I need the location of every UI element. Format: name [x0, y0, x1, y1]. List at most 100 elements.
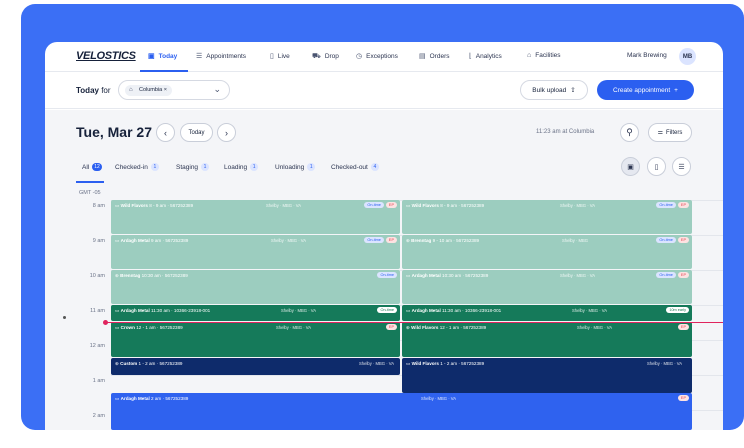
- app-window: VELOSTICS ▣ Today ☰ Appointments ▯ Live …: [45, 42, 723, 430]
- appointment-title: ▭ Ardagh Metal 2 am · 567252389: [115, 396, 189, 401]
- nav-label: Exceptions: [366, 52, 398, 60]
- door-icon: ▯: [270, 53, 274, 60]
- filters-label: Filters: [666, 129, 683, 136]
- appointment-card[interactable]: ▭ Wild Flavors 8 - 9 am · 567252389 Shel…: [111, 200, 400, 234]
- user-name[interactable]: Mark Brewing: [627, 52, 667, 59]
- door-view-button[interactable]: ▯: [647, 157, 666, 176]
- filters-button[interactable]: ⚌ Filters: [648, 123, 692, 142]
- appointment-card[interactable]: ▭ Ardagh Metal 11:30 am · 10366-23918-00…: [402, 305, 692, 321]
- nav-facilities[interactable]: ⌂ Facilities: [527, 52, 561, 59]
- active-nav-indicator: [140, 70, 188, 72]
- badge-group: On-time EP: [656, 202, 689, 208]
- appointment-card[interactable]: ▭ Ardagh Metal 9 am · 567252389 Shelby ·…: [111, 235, 400, 269]
- nav-label: Facilities: [535, 52, 561, 59]
- appointment-card[interactable]: ▭ Ardagh Metal 2 am · 567252389 Shelby ·…: [111, 393, 692, 430]
- appointment-card[interactable]: ⊛ Brenntag 9 - 10 am · 567252389 Shelby …: [402, 235, 692, 269]
- appointment-meta: Shelby · MBG · VA: [560, 273, 596, 278]
- appointment-card[interactable]: ⊛ Custom 1 - 2 am · 567252389 Shelby · M…: [111, 358, 400, 375]
- appointment-title: ⊛ Brenntag 10:30 am · 567252389: [115, 273, 188, 278]
- appointment-card[interactable]: ▭ Ardagh Metal 11:30 am · 10366-23918-00…: [111, 305, 400, 321]
- bulk-upload-label: Bulk upload: [532, 86, 567, 94]
- status-badge: EP: [677, 202, 689, 208]
- facility-select[interactable]: ⌂ Columbia × ⌄: [118, 80, 230, 100]
- tab-checked-in[interactable]: Checked-in 1: [115, 163, 159, 171]
- appointment-card[interactable]: ▭ Crown 12 - 1 am · 567252389 Shelby · M…: [111, 322, 400, 357]
- door-icon: ▯: [654, 163, 659, 171]
- avatar[interactable]: MB: [679, 48, 696, 65]
- nav-live[interactable]: ▯ Live: [270, 52, 290, 61]
- page-title: Tue, Mar 27: [76, 124, 152, 140]
- tab-loading[interactable]: Loading 1: [224, 163, 259, 171]
- nav-exceptions[interactable]: ◷ Exceptions: [356, 52, 398, 61]
- tab-label: Unloading: [275, 163, 305, 171]
- appointment-title: ⊛ Brenntag 9 - 10 am · 567252389: [406, 238, 480, 243]
- nav-label: Analytics: [475, 52, 502, 60]
- search-button[interactable]: ⚲: [620, 123, 639, 142]
- list-view-button[interactable]: ☰: [672, 157, 691, 176]
- nav-today[interactable]: ▣ Today: [148, 52, 177, 61]
- day-view-button[interactable]: ▣: [621, 157, 640, 176]
- badge-group: On-time EP: [364, 202, 397, 208]
- badge-group: EP: [677, 324, 689, 330]
- status-badge: On-time: [364, 202, 384, 208]
- appointment-title: ▭ Ardagh Metal 10:30 am · 567252389: [406, 273, 489, 278]
- status-badge: EP: [385, 324, 397, 330]
- prev-day-button[interactable]: ‹: [156, 123, 175, 142]
- tab-checked-out[interactable]: Checked-out 4: [331, 163, 379, 171]
- appointment-card[interactable]: ⊛ Brenntag 10:30 am · 567252389 On-time: [111, 270, 400, 304]
- appointment-card[interactable]: ▭ Wild Flavors 8 - 9 am · 567252389 Shel…: [402, 200, 692, 234]
- current-time-line: [106, 322, 723, 323]
- remove-chip-icon[interactable]: ×: [164, 87, 167, 93]
- timezone-label: GMT -05: [79, 190, 101, 196]
- create-appointment-label: Create appointment: [613, 86, 671, 94]
- appointment-meta: Shelby · MBG · VA: [421, 396, 457, 401]
- appointment-card[interactable]: ▭ Wild Flavors 1 - 2 am · 567252389 Shel…: [402, 358, 692, 393]
- next-day-button[interactable]: ›: [217, 123, 236, 142]
- chevron-right-icon: ›: [225, 127, 228, 138]
- nav-orders[interactable]: ▤ Orders: [419, 52, 450, 61]
- hour-label: 9 am: [92, 238, 105, 244]
- top-nav: VELOSTICS ▣ Today ☰ Appointments ▯ Live …: [45, 42, 723, 72]
- tab-count: 1: [201, 163, 210, 171]
- appointment-title: ▭ Wild Flavors 1 - 2 am · 567252389: [406, 361, 485, 366]
- appointment-meta: Shelby · MBG · VA: [266, 203, 302, 208]
- clock-icon: ◷: [356, 53, 363, 60]
- warehouse-icon: ⌂: [129, 87, 133, 93]
- appointment-title: ▭ Ardagh Metal 11:30 am · 10366-23918-00…: [115, 308, 211, 313]
- bulk-upload-button[interactable]: Bulk upload ⇪: [520, 80, 588, 100]
- nav-drop[interactable]: ⛟ Drop: [312, 52, 339, 61]
- chevron-left-icon: ‹: [164, 127, 167, 138]
- chevron-down-icon: ⌄: [213, 84, 221, 94]
- status-badge: EP: [385, 237, 397, 243]
- nav-appointments[interactable]: ☰ Appointments: [196, 52, 246, 61]
- appointment-meta: Shelby · MBG · VA: [271, 238, 307, 243]
- appointment-meta: Shelby · MBG · VA: [560, 203, 596, 208]
- current-time-dot: [103, 320, 108, 325]
- tab-unloading[interactable]: Unloading 1: [275, 163, 316, 171]
- badge-group: On-time EP: [364, 237, 397, 243]
- appointment-title: ⊛ Wild Flavors 12 - 1 am · 567252389: [406, 325, 487, 330]
- nav-analytics[interactable]: ⌊ Analytics: [469, 52, 502, 61]
- today-button[interactable]: Today: [180, 123, 213, 142]
- tab-count: 1: [307, 163, 316, 171]
- badge-group: On-time: [377, 272, 397, 278]
- sliders-icon: ⚌: [657, 130, 664, 136]
- tab-all[interactable]: All 12: [82, 163, 102, 171]
- appointment-card[interactable]: ▭ Ardagh Metal 10:30 am · 567252389 Shel…: [402, 270, 692, 304]
- tab-staging[interactable]: Staging 1: [176, 163, 210, 171]
- plus-icon: +: [674, 86, 678, 94]
- tab-label: All: [82, 163, 90, 171]
- appointment-meta: Shelby · MBG · VA: [276, 325, 312, 330]
- status-badge: EP: [677, 237, 689, 243]
- appointment-card[interactable]: ⊛ Wild Flavors 12 - 1 am · 567252389 She…: [402, 322, 692, 357]
- active-tab-indicator: [76, 181, 104, 183]
- badge-group: On-time EP: [656, 237, 689, 243]
- facility-name: Columbia: [139, 87, 163, 93]
- badge-group: 10m early: [666, 307, 689, 313]
- logo[interactable]: VELOSTICS: [76, 50, 136, 62]
- appointment-meta: Shelby · MBG · VA: [577, 325, 613, 330]
- create-appointment-button[interactable]: Create appointment +: [597, 80, 694, 100]
- appointment-meta: Shelby · MBG · VA: [647, 361, 683, 366]
- tab-label: Checked-in: [115, 163, 148, 171]
- nav-label: Live: [277, 52, 290, 60]
